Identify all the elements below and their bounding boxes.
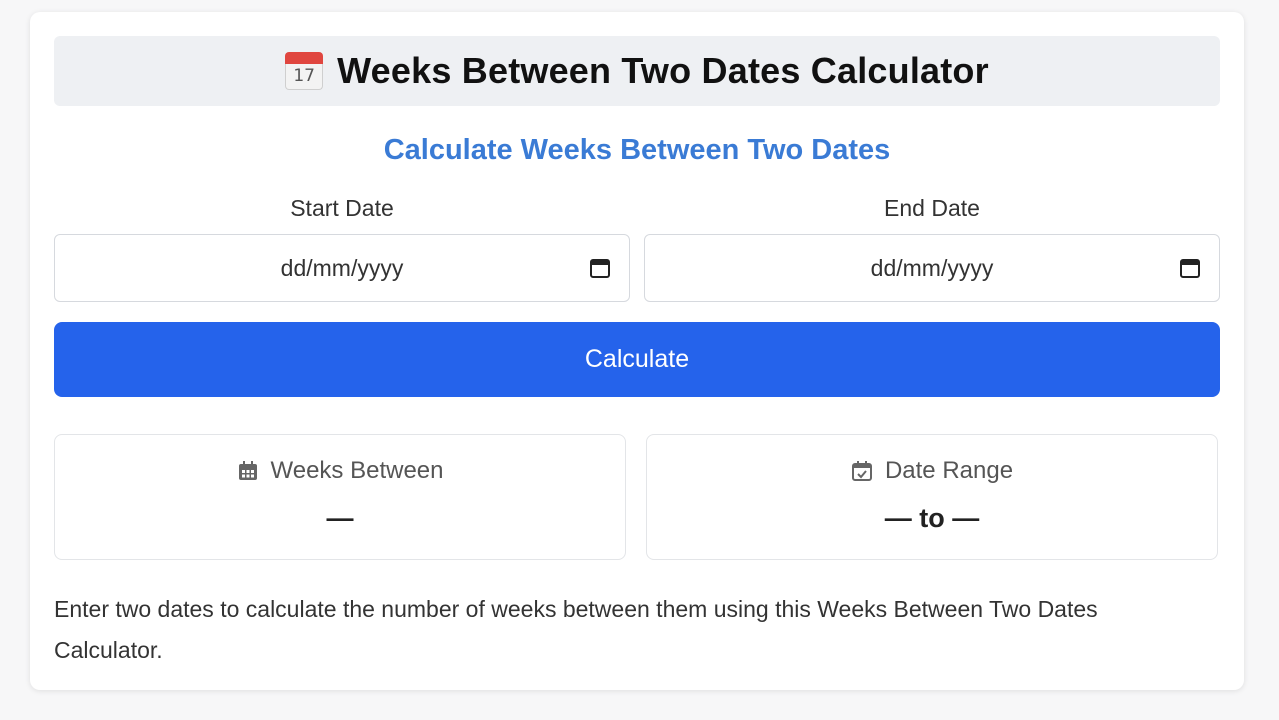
calculator-header: 17 Weeks Between Two Dates Calculator xyxy=(54,36,1220,106)
start-date-input[interactable]: dd/mm/yyyy xyxy=(54,234,630,302)
end-date-label: End Date xyxy=(884,195,980,221)
calendar-grid-icon xyxy=(238,461,257,480)
calculator-card: 17 Weeks Between Two Dates Calculator Ca… xyxy=(30,12,1244,690)
weeks-between-heading: Weeks Between xyxy=(55,457,625,485)
start-date-label: Start Date xyxy=(290,195,394,221)
calendar-picker-icon[interactable] xyxy=(589,257,611,279)
calendar-picker-icon[interactable] xyxy=(1179,257,1201,279)
date-range-value: — to — xyxy=(884,503,980,533)
calendar-emoji-day: 17 xyxy=(285,64,324,90)
date-range-heading: Date Range xyxy=(647,457,1217,485)
page-title: Weeks Between Two Dates Calculator xyxy=(337,50,989,91)
calculator-subtitle: Calculate Weeks Between Two Dates xyxy=(383,134,891,166)
date-range-label: Date Range xyxy=(884,457,1014,484)
weeks-between-result: Weeks Between — xyxy=(54,434,626,560)
calendar-emoji-icon: 17 xyxy=(285,52,324,90)
calendar-check-icon xyxy=(851,461,872,481)
date-range-result: Date Range — to — xyxy=(646,434,1218,560)
end-date-input[interactable]: dd/mm/yyyy xyxy=(644,234,1220,302)
weeks-between-label: Weeks Between xyxy=(270,457,444,484)
calculate-button[interactable]: Calculate xyxy=(54,322,1220,397)
start-date-placeholder: dd/mm/yyyy xyxy=(280,254,404,281)
calculator-description: Enter two dates to calculate the number … xyxy=(54,596,1098,663)
end-date-placeholder: dd/mm/yyyy xyxy=(870,254,994,281)
weeks-between-value: — xyxy=(326,503,354,533)
